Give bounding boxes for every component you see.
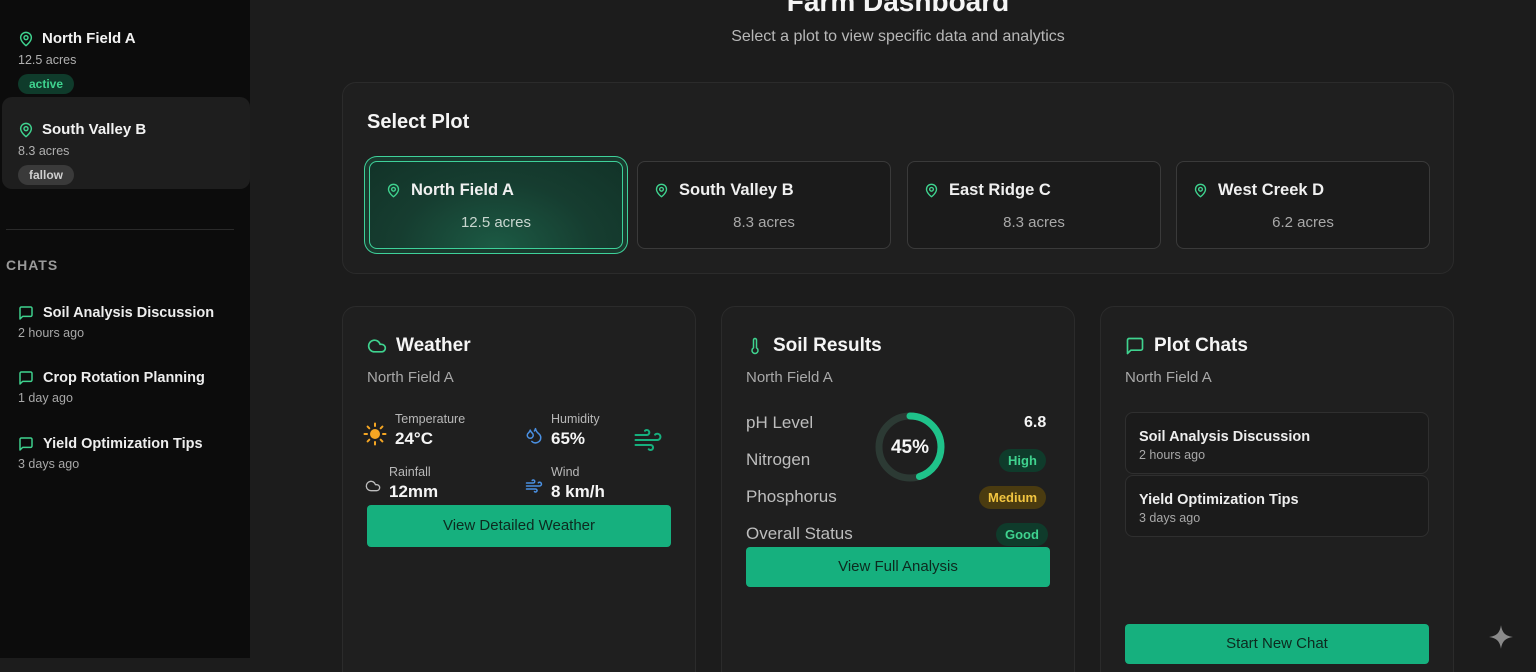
sidebar-chat-item[interactable]: Yield Optimization Tips 3 days ago <box>18 436 203 471</box>
humidity-metric: Humidity 65% <box>525 412 600 449</box>
view-full-analysis-button[interactable]: View Full Analysis <box>746 547 1050 587</box>
soil-title: Soil Results <box>773 335 882 356</box>
ph-level-value: 6.8 <box>1024 414 1047 431</box>
plot-chat-time: 3 days ago <box>1139 511 1201 525</box>
temperature-metric: Temperature 24°C <box>363 412 465 449</box>
droplets-icon <box>526 427 542 444</box>
map-pin-icon <box>925 183 938 198</box>
sidebar-plot-south-valley-b[interactable]: South Valley B 8.3 acres fallow <box>2 97 250 189</box>
plot-tile-acres: 8.3 acres <box>1003 214 1065 231</box>
nitrogen-label: Nitrogen <box>746 450 811 469</box>
page-subtitle: Select a plot to view specific data and … <box>731 28 1065 45</box>
rainfall-metric: Rainfall 12mm <box>365 465 438 502</box>
sidebar-plot-acres: 12.5 acres <box>18 53 77 67</box>
plot-tile-south-valley-b[interactable]: South Valley B 8.3 acres <box>637 161 891 249</box>
soil-gauge: 45% <box>875 412 945 482</box>
humidity-value: 65% <box>551 429 586 448</box>
chat-title: Crop Rotation Planning <box>43 370 205 386</box>
sparkle-icon[interactable] <box>1488 624 1514 650</box>
map-pin-icon <box>19 122 33 137</box>
sidebar-plot-name: North Field A <box>42 30 136 47</box>
chat-title: Yield Optimization Tips <box>43 436 203 452</box>
sidebar-plot-north-field-a[interactable]: North Field A 12.5 acres active <box>2 6 250 98</box>
wind-value: 8 km/h <box>551 482 605 501</box>
plot-tile-acres: 6.2 acres <box>1272 214 1334 231</box>
status-badge: fallow <box>18 165 75 185</box>
plot-tile-north-field-a[interactable]: North Field A 12.5 acres <box>369 161 623 249</box>
chat-time: 1 day ago <box>18 391 73 405</box>
cloud-icon <box>365 480 381 492</box>
wind-metric: Wind 8 km/h <box>525 465 605 502</box>
plot-tile-name: South Valley B <box>679 181 794 199</box>
ph-level-label: pH Level <box>746 413 814 432</box>
rainfall-value: 12mm <box>389 482 439 501</box>
gauge-value: 45% <box>891 437 929 458</box>
plot-chats-card: Plot Chats North Field A Soil Analysis D… <box>1100 306 1454 672</box>
sidebar-divider <box>6 229 234 230</box>
message-square-icon <box>19 306 33 320</box>
plot-tile-west-creek-d[interactable]: West Creek D 6.2 acres <box>1176 161 1430 249</box>
plot-chat-time: 2 hours ago <box>1139 448 1206 462</box>
view-detailed-weather-button[interactable]: View Detailed Weather <box>367 505 671 547</box>
plot-tile-name: North Field A <box>411 181 514 199</box>
humidity-label: Humidity <box>551 412 600 426</box>
overall-status-label: Overall Status <box>746 524 853 543</box>
plot-tile-name: West Creek D <box>1218 181 1325 199</box>
plot-chat-title: Yield Optimization Tips <box>1139 492 1299 508</box>
plot-chat-item[interactable]: Soil Analysis Discussion 2 hours ago <box>1125 412 1429 474</box>
sun-icon <box>363 422 387 446</box>
phosphorus-badge: Medium <box>979 486 1047 509</box>
chats-heading: CHATS <box>6 257 59 273</box>
wind-label: Wind <box>551 465 580 479</box>
sidebar-chat-item[interactable]: Soil Analysis Discussion 2 hours ago <box>18 305 214 340</box>
map-pin-icon <box>19 31 33 46</box>
weather-card: Weather North Field A Temperature 24°C H… <box>342 306 696 672</box>
plot-tile-east-ridge-c[interactable]: East Ridge C 8.3 acres <box>907 161 1161 249</box>
chat-time: 2 hours ago <box>18 326 85 340</box>
start-new-chat-button[interactable]: Start New Chat <box>1125 624 1429 664</box>
chat-time: 3 days ago <box>18 457 80 471</box>
select-plot-card: Select Plot North Field A 12.5 acres Sou… <box>342 82 1454 274</box>
sidebar-plot-name: South Valley B <box>42 121 147 138</box>
nitrogen-badge: High <box>999 449 1046 472</box>
plot-chats-plot-name: North Field A <box>1125 369 1212 386</box>
chat-title: Soil Analysis Discussion <box>43 305 215 321</box>
message-square-icon <box>1126 337 1144 355</box>
select-plot-title: Select Plot <box>367 111 470 133</box>
map-pin-icon <box>655 183 668 198</box>
weather-plot-name: North Field A <box>367 369 454 386</box>
soil-plot-name: North Field A <box>746 369 833 386</box>
plot-chat-item[interactable]: Yield Optimization Tips 3 days ago <box>1125 475 1429 537</box>
phosphorus-label: Phosphorus <box>746 487 837 506</box>
plot-tile-acres: 8.3 acres <box>733 214 795 231</box>
sidebar: North Field A 12.5 acres active South Va… <box>0 0 250 658</box>
temperature-label: Temperature <box>395 412 466 426</box>
weather-title: Weather <box>396 335 471 356</box>
plot-chat-title: Soil Analysis Discussion <box>1139 429 1311 445</box>
temperature-value: 24°C <box>395 429 433 448</box>
soil-results-card: Soil Results North Field A pH Level Nitr… <box>721 306 1075 672</box>
rainfall-label: Rainfall <box>389 465 431 479</box>
cloud-icon <box>367 339 387 353</box>
wind-icon <box>634 429 662 451</box>
message-square-icon <box>19 371 33 385</box>
page-title: Farm Dashboard <box>786 0 1010 17</box>
wind-icon <box>525 479 543 493</box>
map-pin-icon <box>387 183 400 198</box>
plot-tile-acres: 12.5 acres <box>460 214 532 231</box>
plot-chats-title: Plot Chats <box>1154 335 1248 356</box>
sidebar-chat-item[interactable]: Crop Rotation Planning 1 day ago <box>18 370 205 405</box>
overall-status-badge: Good <box>996 523 1048 546</box>
map-pin-icon <box>1194 183 1207 198</box>
status-badge: active <box>18 74 75 94</box>
sidebar-plot-acres: 8.3 acres <box>18 144 70 158</box>
message-square-icon <box>19 437 33 451</box>
thermometer-icon <box>751 337 759 355</box>
plot-tile-name: East Ridge C <box>949 181 1051 199</box>
